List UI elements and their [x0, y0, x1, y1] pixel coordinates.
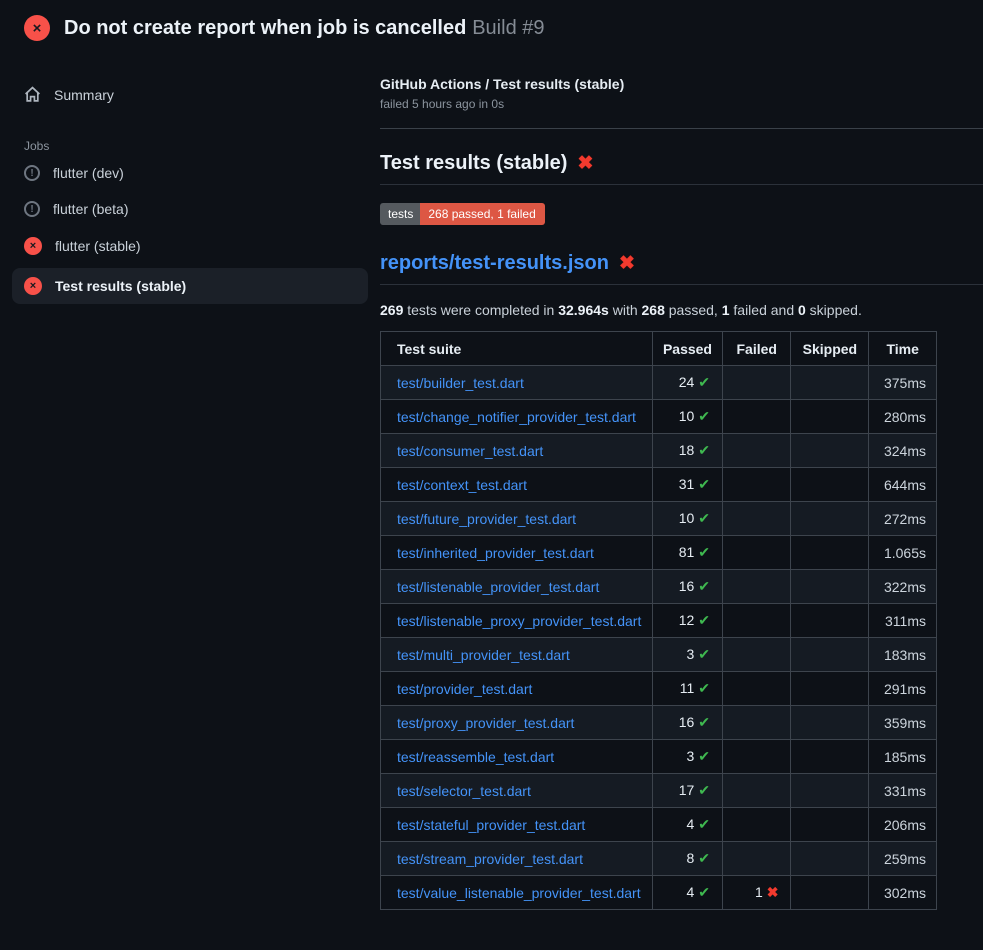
column-header-time: Time	[869, 332, 937, 366]
check-icon: ✔	[698, 476, 710, 492]
cross-mark-icon: ✖	[577, 154, 593, 173]
column-header-passed: Passed	[652, 332, 722, 366]
test-suite-link[interactable]: test/proxy_provider_test.dart	[397, 715, 574, 731]
table-row: test/stateful_provider_test.dart 4✔ 206m…	[381, 808, 937, 842]
sidebar: Summary Jobs ! flutter (dev) ! flutter (…	[0, 54, 380, 304]
table-row: test/context_test.dart 31✔ 644ms	[381, 468, 937, 502]
test-suite-link[interactable]: test/listenable_proxy_provider_test.dart	[397, 613, 641, 629]
table-row: test/listenable_provider_test.dart 16✔ 3…	[381, 570, 937, 604]
test-suite-link[interactable]: test/stream_provider_test.dart	[397, 851, 583, 867]
test-suite-link[interactable]: test/stateful_provider_test.dart	[397, 817, 585, 833]
table-row: test/listenable_proxy_provider_test.dart…	[381, 604, 937, 638]
check-icon: ✔	[698, 714, 710, 730]
check-icon: ✔	[698, 578, 710, 594]
sidebar-item-label: Summary	[54, 87, 114, 103]
test-suite-link[interactable]: test/future_provider_test.dart	[397, 511, 576, 527]
badge-label: tests	[380, 203, 420, 225]
failed-status-icon: ×	[24, 15, 50, 41]
main-content: GitHub Actions / Test results (stable) f…	[380, 54, 983, 910]
table-row: test/reassemble_test.dart 3✔ 185ms	[381, 740, 937, 774]
run-status-text: failed 5 hours ago in 0s	[380, 97, 983, 111]
neutral-status-icon: !	[24, 165, 40, 181]
breadcrumb: GitHub Actions / Test results (stable)	[380, 76, 983, 92]
cross-icon: ✖	[767, 884, 779, 900]
column-header-suite: Test suite	[381, 332, 653, 366]
home-icon	[24, 86, 41, 103]
test-suite-link[interactable]: test/context_test.dart	[397, 477, 527, 493]
test-suite-link[interactable]: test/reassemble_test.dart	[397, 749, 554, 765]
job-label: Test results (stable)	[55, 278, 186, 294]
check-icon: ✔	[698, 510, 710, 526]
test-results-table: Test suite Passed Failed Skipped Time te…	[380, 331, 937, 910]
report-file-heading: reports/test-results.json ✖	[380, 252, 983, 285]
test-suite-link[interactable]: test/builder_test.dart	[397, 375, 524, 391]
column-header-failed: Failed	[723, 332, 791, 366]
test-suite-link[interactable]: test/multi_provider_test.dart	[397, 647, 570, 663]
divider	[380, 128, 983, 129]
neutral-status-icon: !	[24, 201, 40, 217]
section-title-text: Test results (stable)	[380, 152, 567, 175]
sidebar-item-flutter-stable[interactable]: × flutter (stable)	[0, 227, 380, 265]
sidebar-item-test-results-stable[interactable]: × Test results (stable)	[12, 268, 368, 304]
check-run-header: × Do not create report when job is cance…	[0, 0, 983, 54]
check-icon: ✔	[698, 748, 710, 764]
table-row: test/builder_test.dart 24✔ 375ms	[381, 366, 937, 400]
table-row: test/stream_provider_test.dart 8✔ 259ms	[381, 842, 937, 876]
sidebar-item-flutter-beta[interactable]: ! flutter (beta)	[0, 191, 380, 227]
check-icon: ✔	[698, 680, 710, 696]
check-icon: ✔	[698, 850, 710, 866]
build-number: Build #9	[472, 17, 544, 39]
check-icon: ✔	[698, 442, 710, 458]
badge-value: 268 passed, 1 failed	[420, 203, 544, 225]
table-row: test/value_listenable_provider_test.dart…	[381, 876, 937, 910]
check-icon: ✔	[698, 408, 710, 424]
job-label: flutter (dev)	[53, 165, 124, 181]
check-icon: ✔	[698, 646, 710, 662]
table-header-row: Test suite Passed Failed Skipped Time	[381, 332, 937, 366]
section-title: Test results (stable) ✖	[380, 152, 983, 185]
check-icon: ✔	[698, 884, 710, 900]
test-suite-link[interactable]: test/inherited_provider_test.dart	[397, 545, 594, 561]
test-suite-link[interactable]: test/consumer_test.dart	[397, 443, 543, 459]
job-label: flutter (stable)	[55, 238, 141, 254]
page-title-group: Do not create report when job is cancell…	[64, 17, 545, 40]
table-row: test/proxy_provider_test.dart 16✔ 359ms	[381, 706, 937, 740]
test-suite-link[interactable]: test/listenable_provider_test.dart	[397, 579, 599, 595]
sidebar-item-summary[interactable]: Summary	[0, 78, 380, 111]
check-icon: ✔	[698, 782, 710, 798]
table-row: test/provider_test.dart 11✔ 291ms	[381, 672, 937, 706]
check-icon: ✔	[698, 612, 710, 628]
test-suite-link[interactable]: test/value_listenable_provider_test.dart	[397, 885, 641, 901]
sidebar-item-flutter-dev[interactable]: ! flutter (dev)	[0, 155, 380, 191]
check-icon: ✔	[698, 374, 710, 390]
table-row: test/selector_test.dart 17✔ 331ms	[381, 774, 937, 808]
table-row: test/inherited_provider_test.dart 81✔ 1.…	[381, 536, 937, 570]
table-row: test/change_notifier_provider_test.dart …	[381, 400, 937, 434]
jobs-section-label: Jobs	[0, 129, 380, 155]
test-suite-link[interactable]: test/selector_test.dart	[397, 783, 531, 799]
test-suite-link[interactable]: test/provider_test.dart	[397, 681, 532, 697]
job-label: flutter (beta)	[53, 201, 128, 217]
cross-mark-icon: ✖	[619, 254, 635, 273]
failed-status-icon: ×	[24, 277, 42, 295]
tests-badge: tests 268 passed, 1 failed	[380, 203, 545, 225]
test-summary-sentence: 269 tests were completed in 32.964s with…	[380, 302, 983, 318]
page-title: Do not create report when job is cancell…	[64, 17, 466, 39]
table-row: test/multi_provider_test.dart 3✔ 183ms	[381, 638, 937, 672]
failed-status-icon: ×	[24, 237, 42, 255]
table-row: test/future_provider_test.dart 10✔ 272ms	[381, 502, 937, 536]
report-file-link[interactable]: reports/test-results.json	[380, 252, 609, 275]
check-icon: ✔	[698, 816, 710, 832]
column-header-skipped: Skipped	[791, 332, 869, 366]
check-icon: ✔	[698, 544, 710, 560]
table-row: test/consumer_test.dart 18✔ 324ms	[381, 434, 937, 468]
test-suite-link[interactable]: test/change_notifier_provider_test.dart	[397, 409, 636, 425]
